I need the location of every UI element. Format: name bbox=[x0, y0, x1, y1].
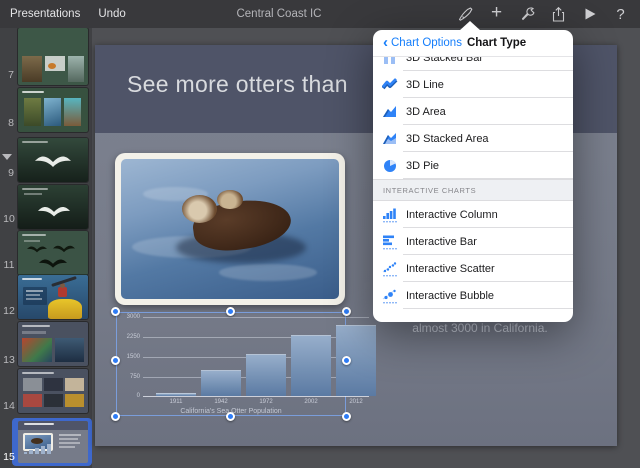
3d-pie-icon bbox=[381, 158, 399, 174]
slide-thumbnail-12[interactable] bbox=[18, 275, 88, 319]
bar-chart-object[interactable]: 3000 2250 1500 750 0 1911 1942 1972 2002… bbox=[116, 312, 346, 406]
chart-type-3d-pie[interactable]: 3D Pie bbox=[373, 152, 573, 179]
chart-type-popover: ‹ Chart Options Chart Type 3D Stacked Ba… bbox=[373, 30, 573, 322]
selection-handle-bottom-left[interactable] bbox=[111, 412, 120, 421]
chart-type-list: 3D Stacked Bar 3D Line 3D Area 3D Stacke… bbox=[373, 57, 573, 322]
presentations-button[interactable]: Presentations bbox=[10, 8, 80, 20]
tools-wrench-icon[interactable] bbox=[512, 0, 543, 28]
help-icon[interactable]: ? bbox=[605, 0, 636, 28]
slide-thumbnail-14[interactable] bbox=[18, 369, 88, 413]
3d-area-icon bbox=[381, 104, 399, 120]
x-axis-line bbox=[143, 396, 369, 397]
selection-handle-top-right[interactable] bbox=[342, 307, 351, 316]
popover-arrow bbox=[459, 21, 481, 31]
slide-navigator: 7 8 9 10 11 12 bbox=[0, 28, 92, 468]
selection-handle-mid-left[interactable] bbox=[111, 356, 120, 365]
group-disclosure-triangle[interactable] bbox=[2, 154, 12, 160]
interactive-scatter-icon bbox=[381, 261, 399, 277]
document-title: Central Coast IC bbox=[214, 0, 344, 28]
interactive-bubble-icon bbox=[381, 288, 399, 304]
y-tick: 750 bbox=[100, 374, 140, 380]
selection-handle-bottom-center[interactable] bbox=[226, 412, 235, 421]
slide-thumbnail-7[interactable] bbox=[18, 28, 88, 85]
interactive-column-icon bbox=[381, 207, 399, 223]
slide-thumbnail-8[interactable] bbox=[18, 88, 88, 132]
slide-number: 8 bbox=[4, 117, 18, 129]
undo-button[interactable]: Undo bbox=[98, 8, 126, 20]
y-tick: 1500 bbox=[100, 354, 140, 360]
slide-thumbnail-9[interactable] bbox=[18, 138, 88, 182]
slide-number: 7 bbox=[4, 69, 18, 81]
bar-1972[interactable] bbox=[246, 354, 286, 396]
slide-number: 14 bbox=[2, 400, 16, 412]
chart-type-3d-stacked-area[interactable]: 3D Stacked Area bbox=[373, 125, 573, 152]
chart-type-interactive-bubble[interactable]: Interactive Bubble bbox=[373, 282, 573, 309]
chart-type-3d-stacked-bar[interactable]: 3D Stacked Bar bbox=[373, 57, 573, 71]
3d-stacked-area-icon bbox=[381, 131, 399, 147]
selection-handle-top-left[interactable] bbox=[111, 307, 120, 316]
chevron-left-icon: ‹ bbox=[383, 35, 388, 50]
chart-options-back-button[interactable]: ‹ Chart Options bbox=[383, 37, 462, 50]
slide-thumbnail-15[interactable] bbox=[18, 421, 88, 463]
chart-type-interactive-scatter[interactable]: Interactive Scatter bbox=[373, 255, 573, 282]
slide-number: 13 bbox=[2, 354, 16, 366]
selection-handle-bottom-right[interactable] bbox=[342, 412, 351, 421]
top-toolbar: Presentations Undo Central Coast IC + ? bbox=[0, 0, 640, 28]
chart-type-interactive-bar[interactable]: Interactive Bar bbox=[373, 228, 573, 255]
selection-handle-mid-right[interactable] bbox=[342, 356, 351, 365]
slide-number: 12 bbox=[2, 305, 16, 317]
bar-2002[interactable] bbox=[291, 335, 331, 396]
interactive-charts-section-header: INTERACTIVE CHARTS bbox=[373, 179, 573, 201]
3d-line-icon bbox=[381, 77, 399, 93]
add-icon[interactable]: + bbox=[481, 0, 512, 27]
slide-thumbnail-13[interactable] bbox=[18, 322, 88, 366]
slide-body-text-fragment[interactable]: almost 3000 in California. bbox=[365, 321, 595, 335]
bar-1942[interactable] bbox=[201, 370, 241, 396]
interactive-bar-icon bbox=[381, 234, 399, 250]
y-tick: 2250 bbox=[100, 334, 140, 340]
slide-thumbnail-11[interactable] bbox=[18, 231, 88, 275]
share-icon[interactable] bbox=[543, 0, 574, 28]
slide-number: 9 bbox=[4, 167, 18, 179]
chart-type-interactive-column[interactable]: Interactive Column bbox=[373, 201, 573, 228]
bar-1911[interactable] bbox=[156, 393, 196, 396]
popover-title: Chart Type bbox=[467, 37, 526, 49]
chart-type-3d-line[interactable]: 3D Line bbox=[373, 71, 573, 98]
slide-number: 15 bbox=[2, 451, 16, 463]
slide-thumbnail-10[interactable] bbox=[18, 185, 88, 229]
x-axis-labels: 1911 1942 1972 2002 2012 bbox=[156, 399, 382, 405]
selection-handle-top-center[interactable] bbox=[226, 307, 235, 316]
3d-stacked-bar-icon bbox=[381, 57, 399, 66]
chart-type-3d-area[interactable]: 3D Area bbox=[373, 98, 573, 125]
otter-photo-image bbox=[121, 159, 339, 299]
play-icon[interactable] bbox=[574, 0, 605, 28]
slide-number: 11 bbox=[2, 259, 16, 271]
slide-title-text[interactable]: See more otters than bbox=[127, 71, 348, 98]
y-tick: 0 bbox=[100, 393, 140, 399]
sea-otter-photo[interactable] bbox=[115, 153, 345, 305]
slide-number: 10 bbox=[2, 213, 16, 225]
y-tick: 3000 bbox=[100, 314, 140, 320]
